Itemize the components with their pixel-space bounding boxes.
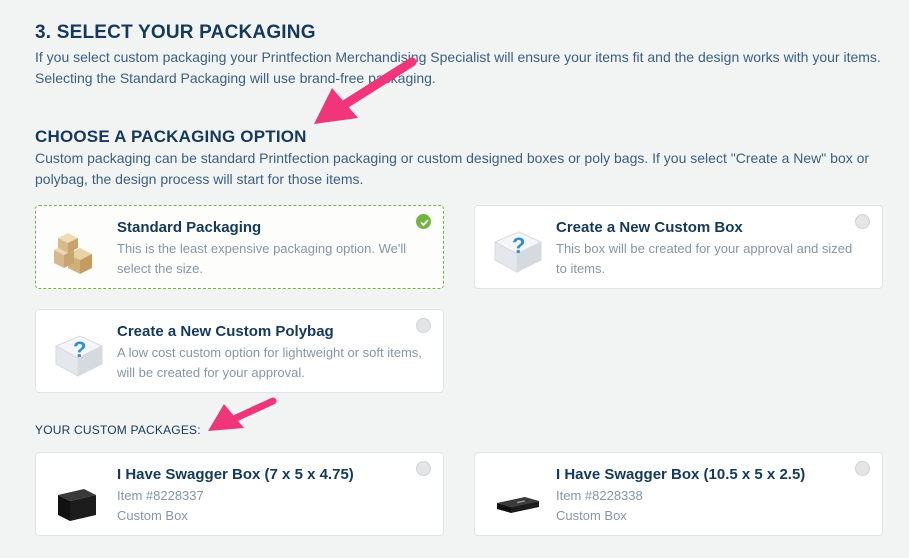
option-description: This box will be created for your approv… [556,241,853,276]
custom-package-swagger-box-7x5[interactable]: I Have Swagger Box (7 x 5 x 4.75) Item #… [35,452,444,536]
black-box-icon [50,467,106,523]
svg-text:?: ? [73,337,86,362]
option-new-custom-polybag[interactable]: ? Create a New Custom Polybag A low cost… [35,309,444,393]
package-type: Custom Box [117,508,188,523]
package-details: Item #8228338 Custom Box [556,486,866,526]
option-description: A low cost custom option for lightweight… [117,345,422,380]
option-title: Standard Packaging [117,219,262,236]
packaging-option-heading: CHOOSE A PACKAGING OPTION [35,127,307,146]
package-details: Item #8228337 Custom Box [117,486,427,526]
option-new-custom-box[interactable]: ? Create a New Custom Box This box will … [474,205,883,289]
package-title: I Have Swagger Box (7 x 5 x 4.75) [117,466,354,483]
black-flat-box-icon [489,467,545,523]
package-item-number: Item #8228338 [556,488,643,503]
option-description: This is the least expensive packaging op… [117,241,407,276]
custom-package-swagger-box-10x5[interactable]: I Have Swagger Box (10.5 x 5 x 2.5) Item… [474,452,883,536]
section-description: If you select custom packaging your Prin… [35,49,881,86]
custom-packages-label: YOUR CUSTOM PACKAGES: [35,423,201,437]
section-title: 3. SELECT YOUR PACKAGING [35,22,316,43]
selected-check-icon[interactable] [416,214,431,229]
stacked-boxes-icon [50,220,106,276]
option-radio[interactable] [855,214,870,229]
question-box-icon: ? [50,324,106,380]
package-radio[interactable] [416,461,431,476]
option-radio[interactable] [416,318,431,333]
package-item-number: Item #8228337 [117,488,204,503]
option-title: Create a New Custom Polybag [117,323,334,340]
question-box-icon: ? [489,220,545,276]
option-title: Create a New Custom Box [556,219,743,236]
package-title: I Have Swagger Box (10.5 x 5 x 2.5) [556,466,806,483]
packaging-option-description: Custom packaging can be standard Printfe… [35,150,870,187]
package-radio[interactable] [855,461,870,476]
package-type: Custom Box [556,508,627,523]
option-standard-packaging[interactable]: Standard Packaging This is the least exp… [35,205,444,289]
svg-text:?: ? [512,233,525,258]
